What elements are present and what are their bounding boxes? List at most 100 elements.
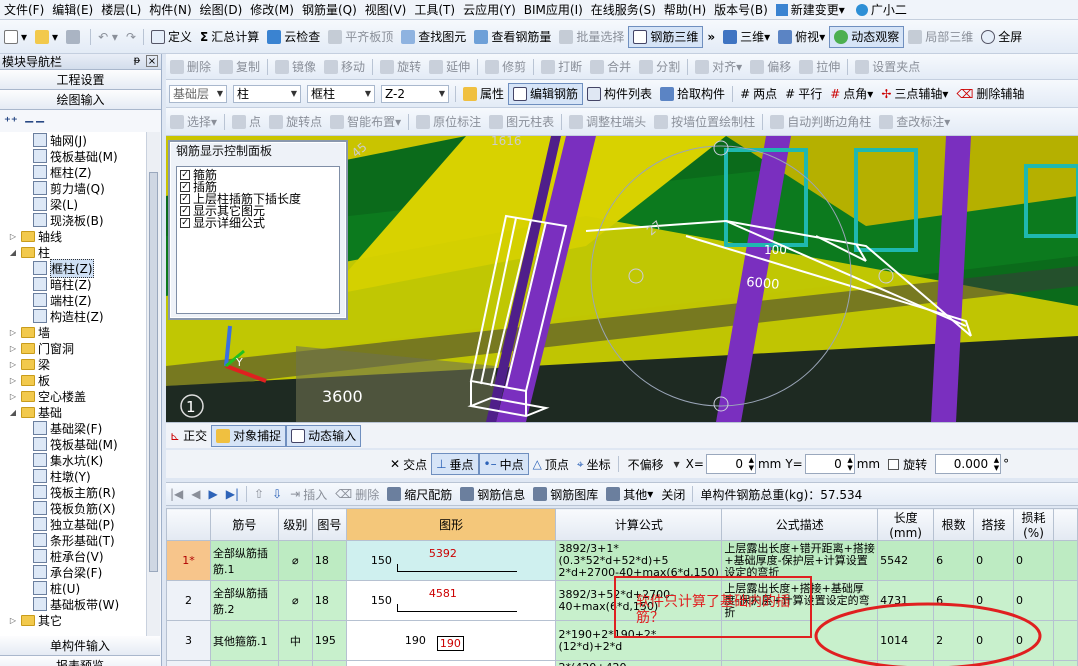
move-down-button[interactable]: ⇩ — [268, 483, 286, 505]
new-change-menu[interactable]: 新建变更 ▾ — [772, 0, 849, 20]
row-index[interactable]: 2 — [166, 580, 211, 621]
prev-record-button[interactable]: ◀ — [187, 483, 204, 505]
draw-tool-button[interactable]: 选择 ▾ — [166, 111, 221, 133]
delete-row-button[interactable]: ⌫ 删除 — [331, 483, 383, 505]
menu-item[interactable]: 构件(N) — [145, 0, 195, 20]
report-preview-button[interactable]: 报表预览 — [0, 656, 160, 666]
define-button[interactable]: 定义 — [147, 26, 196, 48]
tree-folder[interactable]: ▷ 门窗洞 — [0, 340, 146, 356]
draw-tool-button[interactable]: 智能布置 ▾ — [326, 111, 405, 133]
single-input-button[interactable]: 单构件输入 — [0, 636, 160, 656]
menu-item[interactable]: 版本号(B) — [710, 0, 772, 20]
row-index[interactable]: 4 — [166, 660, 211, 666]
scrollbar-thumb[interactable] — [149, 172, 158, 572]
edit-tool-button[interactable]: 对齐 ▾ — [691, 56, 746, 78]
draw-tool-button[interactable]: 旋转点 — [265, 111, 326, 133]
tree-item[interactable]: 暗柱(Z) — [0, 276, 146, 292]
tree-item[interactable]: 框柱(Z) — [0, 164, 146, 180]
tree-item[interactable]: 基础梁(F) — [0, 420, 146, 436]
midpoint-snap-button[interactable]: •– 中点 — [478, 453, 529, 475]
attribute-button[interactable]: 属性 — [459, 83, 508, 105]
rebar-info-button[interactable]: 钢筋信息 — [456, 483, 529, 505]
rebar-grade[interactable]: 中 — [277, 620, 313, 661]
edit-tool-button[interactable]: 旋转 — [376, 56, 425, 78]
menu-item[interactable]: 编辑(E) — [48, 0, 97, 20]
batch-select-button[interactable]: 批量选择 — [555, 26, 628, 48]
user-menu[interactable]: 广小二 — [849, 0, 911, 20]
figure-number[interactable]: 18 — [311, 540, 347, 581]
menu-item[interactable]: 修改(M) — [246, 0, 298, 20]
tree-item[interactable]: 筏板基础(M) — [0, 148, 146, 164]
expand-toggle-icon[interactable]: ▷ — [8, 344, 18, 353]
tree-item[interactable]: 框柱(Z) — [0, 258, 146, 278]
tree-item[interactable]: 筏板基础(M) — [0, 436, 146, 452]
menu-item[interactable]: 工具(T) — [410, 0, 459, 20]
open-file-button[interactable]: ▾ — [31, 26, 62, 48]
component-select[interactable]: Z-2 ▼ — [381, 84, 449, 103]
dynamic-observe-button[interactable]: 动态观察 — [829, 25, 905, 48]
project-settings-button[interactable]: 工程设置 — [0, 70, 161, 90]
edit-rebar-button[interactable]: 编辑钢筋 — [508, 82, 584, 105]
tree-folder[interactable]: ▷ 梁 — [0, 356, 146, 372]
checkbox-icon[interactable]: ✓ — [180, 182, 190, 192]
category-select[interactable]: 柱 ▼ — [233, 84, 301, 103]
figure-number[interactable]: 195 — [311, 660, 347, 666]
column-header[interactable]: 图号 — [311, 508, 347, 541]
edit-tool-button[interactable]: 延伸 — [425, 56, 474, 78]
close-table-button[interactable]: 关闭 — [657, 483, 689, 505]
tree-item[interactable]: 基础板带(W) — [0, 596, 146, 612]
rebar-shape[interactable]: 150 4581 — [345, 580, 557, 621]
edit-tool-button[interactable]: 删除 — [166, 56, 215, 78]
draw-tool-button[interactable]: 调整柱端头 — [565, 111, 650, 133]
tree-scrollbar[interactable] — [146, 132, 160, 636]
tree-item[interactable]: 桩(U) — [0, 580, 146, 596]
rebar-name[interactable]: 其他箍筋.1 — [209, 620, 279, 661]
row-index[interactable]: 1* — [166, 540, 211, 581]
drawing-input-button[interactable]: 绘图输入 — [0, 90, 161, 110]
column-header[interactable]: 长度(mm) — [877, 508, 935, 541]
edit-tool-button[interactable]: 拉伸 — [795, 56, 844, 78]
find-element-button[interactable]: 查找图元 — [397, 26, 470, 48]
tree-item[interactable]: 条形基础(T) — [0, 532, 146, 548]
menu-item[interactable]: 云应用(Y) — [459, 0, 520, 20]
column-header[interactable]: 搭接 — [973, 508, 1015, 541]
new-file-button[interactable]: ▾ — [0, 26, 31, 48]
tree-item[interactable]: 剪力墙(Q) — [0, 180, 146, 196]
parallel-button[interactable]: # 平行 — [781, 83, 826, 105]
rebar-count[interactable]: 6 — [933, 540, 975, 581]
expand-toggle-icon[interactable]: ◢ — [8, 408, 18, 417]
edit-tool-button[interactable]: 偏移 — [746, 56, 795, 78]
tree-folder[interactable]: ▷ 墙 — [0, 324, 146, 340]
last-record-button[interactable]: ▶| — [222, 483, 243, 505]
rebar-name[interactable]: 全部纵筋插筋.2 — [209, 580, 279, 621]
rebar-name[interactable]: 全部纵筋插筋.1 — [209, 540, 279, 581]
menu-item[interactable]: 在线服务(S) — [587, 0, 660, 20]
pin-icon[interactable]: ᵽ — [131, 55, 143, 67]
undo-button[interactable]: ↶ ▾ — [94, 26, 122, 48]
pick-component-button[interactable]: 拾取构件 — [656, 83, 729, 105]
menu-item[interactable]: 绘图(D) — [196, 0, 247, 20]
coordinate-snap-button[interactable]: ⌖ 坐标 — [573, 453, 615, 475]
rebar-lap[interactable]: 0 — [973, 540, 1015, 581]
rebar-library-button[interactable]: 钢筋图库 — [529, 483, 602, 505]
tree-folder[interactable]: ▷ 板 — [0, 372, 146, 388]
two-points-button[interactable]: # 两点 — [736, 83, 781, 105]
rebar-grade[interactable]: 中 — [277, 660, 313, 666]
menu-item[interactable]: 帮助(H) — [660, 0, 710, 20]
rotate-checkbox[interactable] — [888, 458, 900, 470]
tree-folder[interactable]: ▷ 空心楼盖 — [0, 388, 146, 404]
edit-tool-button[interactable]: 打断 — [537, 56, 586, 78]
edit-tool-button[interactable]: 合并 — [586, 56, 635, 78]
rebar-length[interactable]: 5542 — [877, 540, 935, 581]
scale-rebar-button[interactable]: 缩尺配筋 — [383, 483, 456, 505]
rebar-shape[interactable] — [345, 660, 557, 666]
fullscreen-button[interactable]: 全屏 — [977, 26, 1026, 48]
menu-item[interactable]: 视图(V) — [361, 0, 411, 20]
offset-select[interactable]: 不偏移 ▼ — [625, 455, 683, 473]
insert-button[interactable]: ⇥ 插入 — [286, 483, 331, 505]
table-row[interactable]: 1* 全部纵筋插筋.1 ⌀ 18 150 5392 3892/3+1*(0.3*52*d+5… — [166, 540, 1078, 581]
edit-tool-button[interactable]: 分割 — [635, 56, 684, 78]
draw-tool-button[interactable]: 按墙位置绘制柱 — [650, 111, 759, 133]
ortho-button[interactable]: ⊾ 正交 — [166, 425, 211, 447]
redo-button[interactable]: ↷ — [122, 26, 140, 48]
